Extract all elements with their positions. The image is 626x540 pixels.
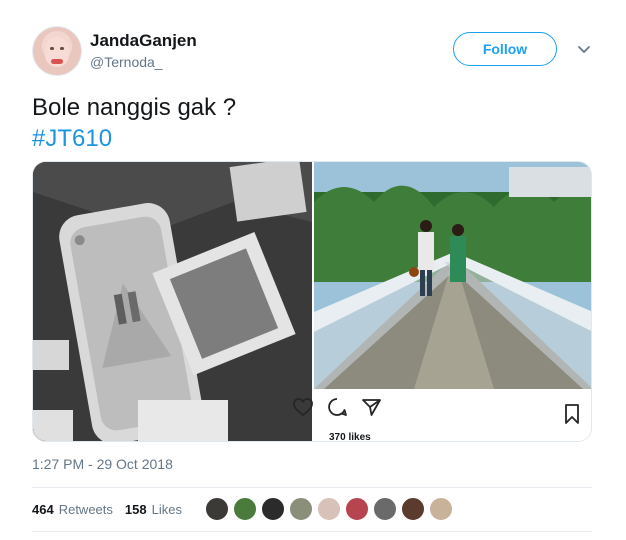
instagram-actions — [292, 396, 382, 418]
tweet-text: Bole nanggis gak ? — [32, 94, 237, 121]
follow-button[interactable]: Follow — [453, 32, 557, 66]
phone-case-photo[interactable] — [33, 162, 312, 441]
likes-stat[interactable]: 158 Likes — [125, 502, 182, 517]
avatar[interactable] — [32, 26, 82, 76]
liker-avatar[interactable] — [373, 497, 397, 521]
bookmark-icon[interactable] — [563, 403, 581, 425]
user-handle[interactable]: @Ternoda_ — [90, 54, 163, 70]
divider — [32, 531, 592, 532]
avatar-mouth — [51, 59, 63, 64]
phone-case-photo-art — [33, 162, 312, 441]
heart-icon[interactable] — [292, 396, 314, 418]
bridge-photo-art — [314, 162, 591, 389]
liker-avatar[interactable] — [401, 497, 425, 521]
instagram-likes-count: 370 likes — [329, 432, 371, 443]
share-icon[interactable] — [360, 396, 382, 418]
retweets-stat[interactable]: 464 Retweets — [32, 502, 113, 517]
liker-avatar[interactable] — [205, 497, 229, 521]
avatar-eye — [60, 47, 64, 50]
retweets-count: 464 — [32, 502, 54, 517]
retweets-label: Retweets — [58, 502, 113, 517]
display-name[interactable]: JandaGanjen — [90, 31, 197, 51]
tweet-text-block: Bole nanggis gak ? #JT610 — [32, 92, 236, 154]
likers-avatars — [205, 497, 453, 521]
likes-label: Likes — [151, 502, 182, 517]
liker-avatar[interactable] — [261, 497, 285, 521]
liker-avatar[interactable] — [345, 497, 369, 521]
tweet-stats: 464 Retweets 158 Likes — [32, 502, 182, 517]
avatar-eye — [50, 47, 54, 50]
liker-avatar[interactable] — [429, 497, 453, 521]
hashtag-link[interactable]: #JT610 — [32, 123, 236, 154]
chevron-down-icon[interactable] — [576, 42, 592, 58]
liker-avatar[interactable] — [289, 497, 313, 521]
liker-avatar[interactable] — [233, 497, 257, 521]
liker-avatar[interactable] — [317, 497, 341, 521]
divider — [32, 487, 592, 488]
likes-count: 158 — [124, 502, 147, 517]
comment-icon[interactable] — [326, 396, 348, 418]
tweet-timestamp[interactable]: 1:27 PM - 29 Oct 2018 — [32, 456, 173, 472]
